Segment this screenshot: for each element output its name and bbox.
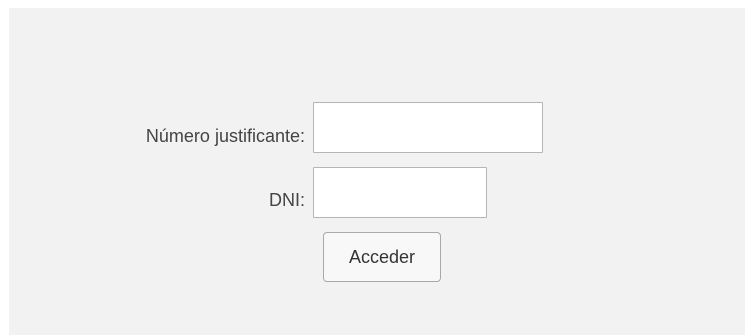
acceder-button[interactable]: Acceder (323, 232, 441, 282)
login-form-panel: Número justificante: DNI: Acceder (9, 8, 745, 335)
dni-label: DNI: (269, 190, 305, 210)
dni-input[interactable] (313, 167, 487, 218)
justificante-input[interactable] (313, 102, 543, 153)
justificante-label: Número justificante: (145, 126, 305, 146)
